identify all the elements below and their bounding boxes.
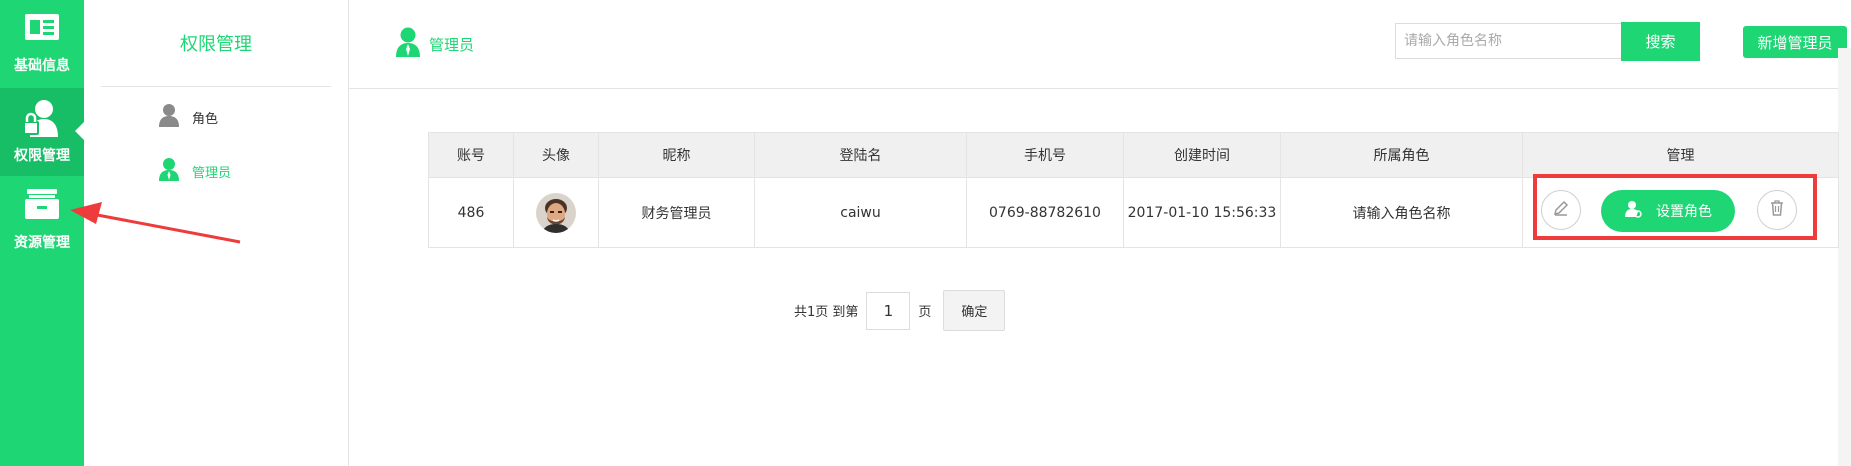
add-admin-button[interactable]: 新增管理员 — [1743, 26, 1847, 58]
table-header-row: 账号 头像 昵称 登陆名 手机号 创建时间 所属角色 管理 — [428, 132, 1839, 178]
admin-user-icon — [158, 157, 180, 185]
avatar — [536, 192, 576, 233]
iconbar-label: 基础信息 — [14, 58, 70, 74]
divider — [101, 86, 331, 87]
admin-table: 账号 头像 昵称 登陆名 手机号 创建时间 所属角色 管理 486 财务管理员 … — [428, 132, 1839, 248]
login-cell: caiwu — [754, 177, 967, 248]
iconbar-item-permissions[interactable]: 权限管理 — [0, 88, 84, 176]
set-role-label: 设置角色 — [1656, 204, 1712, 220]
phone-cell: 0769-88782610 — [966, 177, 1124, 248]
nickname-cell: 财务管理员 — [598, 177, 755, 248]
account-cell: 486 — [428, 177, 514, 248]
column-header: 昵称 — [598, 132, 755, 178]
set-role-button[interactable]: 设置角色 — [1601, 190, 1735, 232]
column-header: 头像 — [513, 132, 599, 178]
delete-button[interactable] — [1757, 190, 1797, 230]
subnav-item-label: 角色 — [192, 111, 219, 127]
subnav-title: 权限管理 — [180, 34, 252, 55]
table-row: 486 财务管理员 caiwu 0769-88782610 2017-01-10… — [428, 174, 1839, 248]
subnav-item-label: 管理员 — [192, 165, 232, 181]
column-header: 管理 — [1522, 132, 1839, 178]
pencil-icon — [1552, 199, 1570, 221]
search-button[interactable]: 搜索 — [1621, 22, 1700, 61]
subnav-item-admins[interactable]: 管理员 — [158, 156, 231, 186]
column-header: 账号 — [428, 132, 514, 178]
page-confirm-button[interactable]: 确定 — [943, 290, 1006, 331]
id-card-icon — [24, 12, 60, 46]
edit-button[interactable] — [1541, 190, 1581, 230]
column-header: 登陆名 — [754, 132, 967, 178]
created-cell: 2017-01-10 15:56:33 — [1123, 177, 1281, 248]
pagination: 共1页 到第 页 确定 — [794, 290, 1006, 331]
breadcrumb: 管理员 — [395, 27, 474, 61]
role-search-input[interactable] — [1395, 23, 1621, 59]
subnav-item-roles[interactable]: 角色 — [158, 102, 218, 132]
role-cell: 请输入角色名称 — [1280, 177, 1523, 248]
pager-total-text: 共1页 到第 — [794, 305, 859, 320]
admin-user-icon — [395, 27, 421, 61]
iconbar-item-basic-info[interactable]: 基础信息 — [0, 0, 84, 88]
cabinet-icon — [24, 188, 60, 224]
active-indicator — [75, 122, 84, 140]
page-number-input[interactable] — [866, 291, 911, 330]
user-icon — [158, 103, 180, 131]
iconbar-label: 权限管理 — [14, 148, 70, 164]
scrollbar[interactable] — [1838, 48, 1851, 466]
user-lock-icon — [22, 98, 62, 142]
avatar-cell — [513, 177, 599, 248]
column-header: 手机号 — [966, 132, 1124, 178]
annotation-arrow-icon — [70, 202, 241, 244]
pager-suffix: 页 — [918, 305, 932, 320]
breadcrumb-label: 管理员 — [429, 35, 475, 54]
page-header: 管理员 搜索 新增管理员 — [349, 0, 1851, 89]
column-header: 创建时间 — [1123, 132, 1281, 178]
actions-cell: 设置角色 — [1522, 174, 1839, 248]
column-header: 所属角色 — [1280, 132, 1523, 178]
trash-icon — [1768, 199, 1786, 221]
user-settings-icon — [1624, 200, 1642, 222]
